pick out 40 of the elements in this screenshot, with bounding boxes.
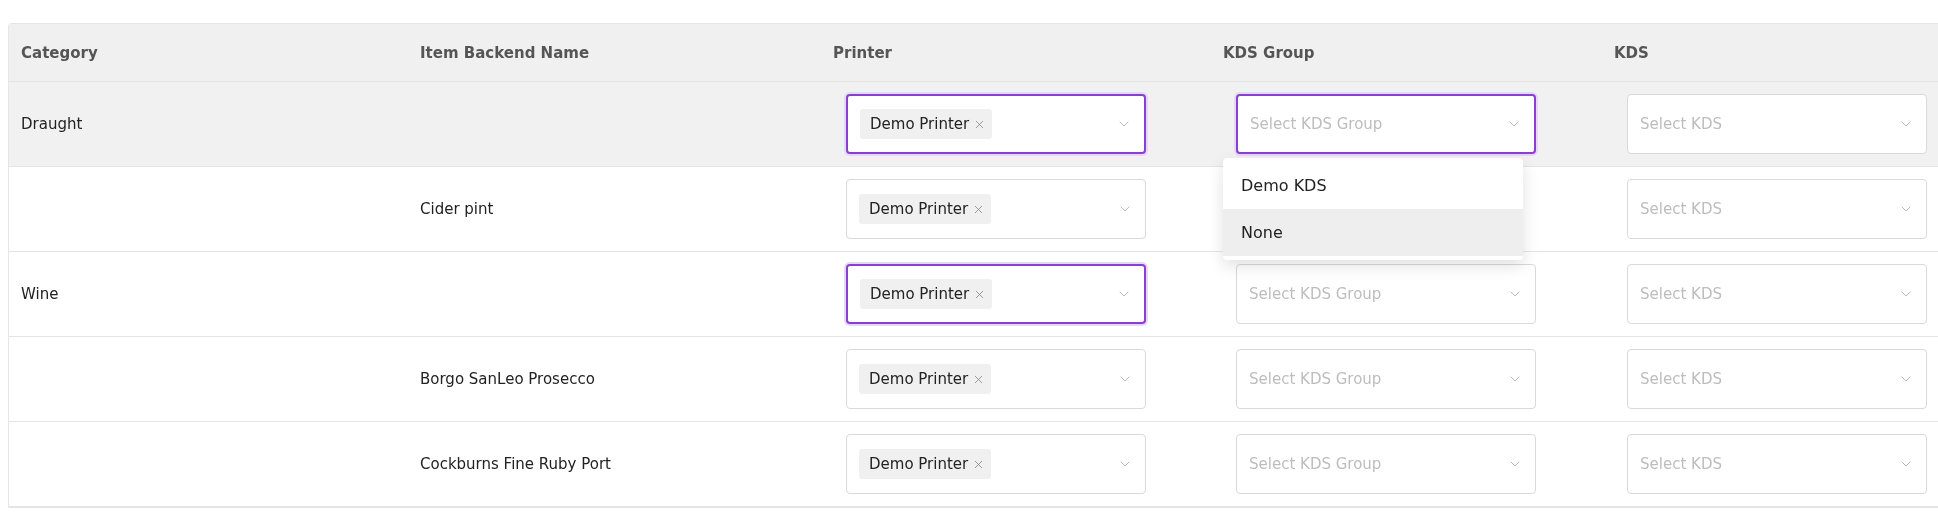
table-cell: Cider pint [420,200,494,218]
select-field[interactable]: Select KDS [1627,349,1927,409]
table-cell: Wine [21,285,59,303]
table-cell: Cockburns Fine Ruby Port [420,455,611,473]
select-field[interactable]: Select KDS [1627,264,1927,324]
table-cell: Draught [21,115,83,133]
select-field[interactable]: Select KDS Group [1236,349,1536,409]
select-field[interactable]: Demo Printer [846,179,1146,239]
select-field[interactable]: Demo Printer [846,94,1146,154]
tag: Demo Printer [860,279,993,309]
tag: Demo Printer [859,194,992,224]
select-field[interactable]: Select KDS [1627,179,1927,239]
select-field[interactable]: Select KDS Group [1236,434,1536,494]
placeholder-text: Select KDS Group [1249,370,1382,388]
select-field[interactable]: Select KDS Group [1236,264,1536,324]
column-header: KDS Group [1223,43,1316,62]
tag: Demo Printer [859,364,992,394]
select-field[interactable]: Demo Printer [846,264,1146,324]
table-cell: Borgo SanLeo Prosecco [420,370,595,388]
tag: Demo Printer [860,109,993,139]
dropdown-option[interactable]: None [1223,209,1523,256]
tag: Demo Printer [859,449,992,479]
column-header: Item Backend Name [420,43,591,62]
placeholder-text: Select KDS [1640,370,1722,388]
column-header: Printer [833,43,893,62]
select-field[interactable]: Demo Printer [846,434,1146,494]
placeholder-text: Select KDS Group [1249,285,1382,303]
placeholder-text: Select KDS [1640,455,1722,473]
placeholder-text: Select KDS [1640,200,1722,218]
placeholder-text: Select KDS [1640,285,1722,303]
placeholder-text: Select KDS [1640,115,1722,133]
placeholder-text: Select KDS Group [1249,455,1382,473]
select-field[interactable]: Select KDS [1627,434,1927,494]
select-field[interactable]: Select KDS Group [1236,94,1536,154]
select-field[interactable]: Demo Printer [846,349,1146,409]
column-header: Category [20,43,99,62]
placeholder-text: Select KDS Group [1250,115,1383,133]
select-field[interactable]: Select KDS [1627,94,1927,154]
dropdown-option[interactable]: Demo KDS [1223,162,1523,209]
column-header: KDS [1614,43,1650,62]
